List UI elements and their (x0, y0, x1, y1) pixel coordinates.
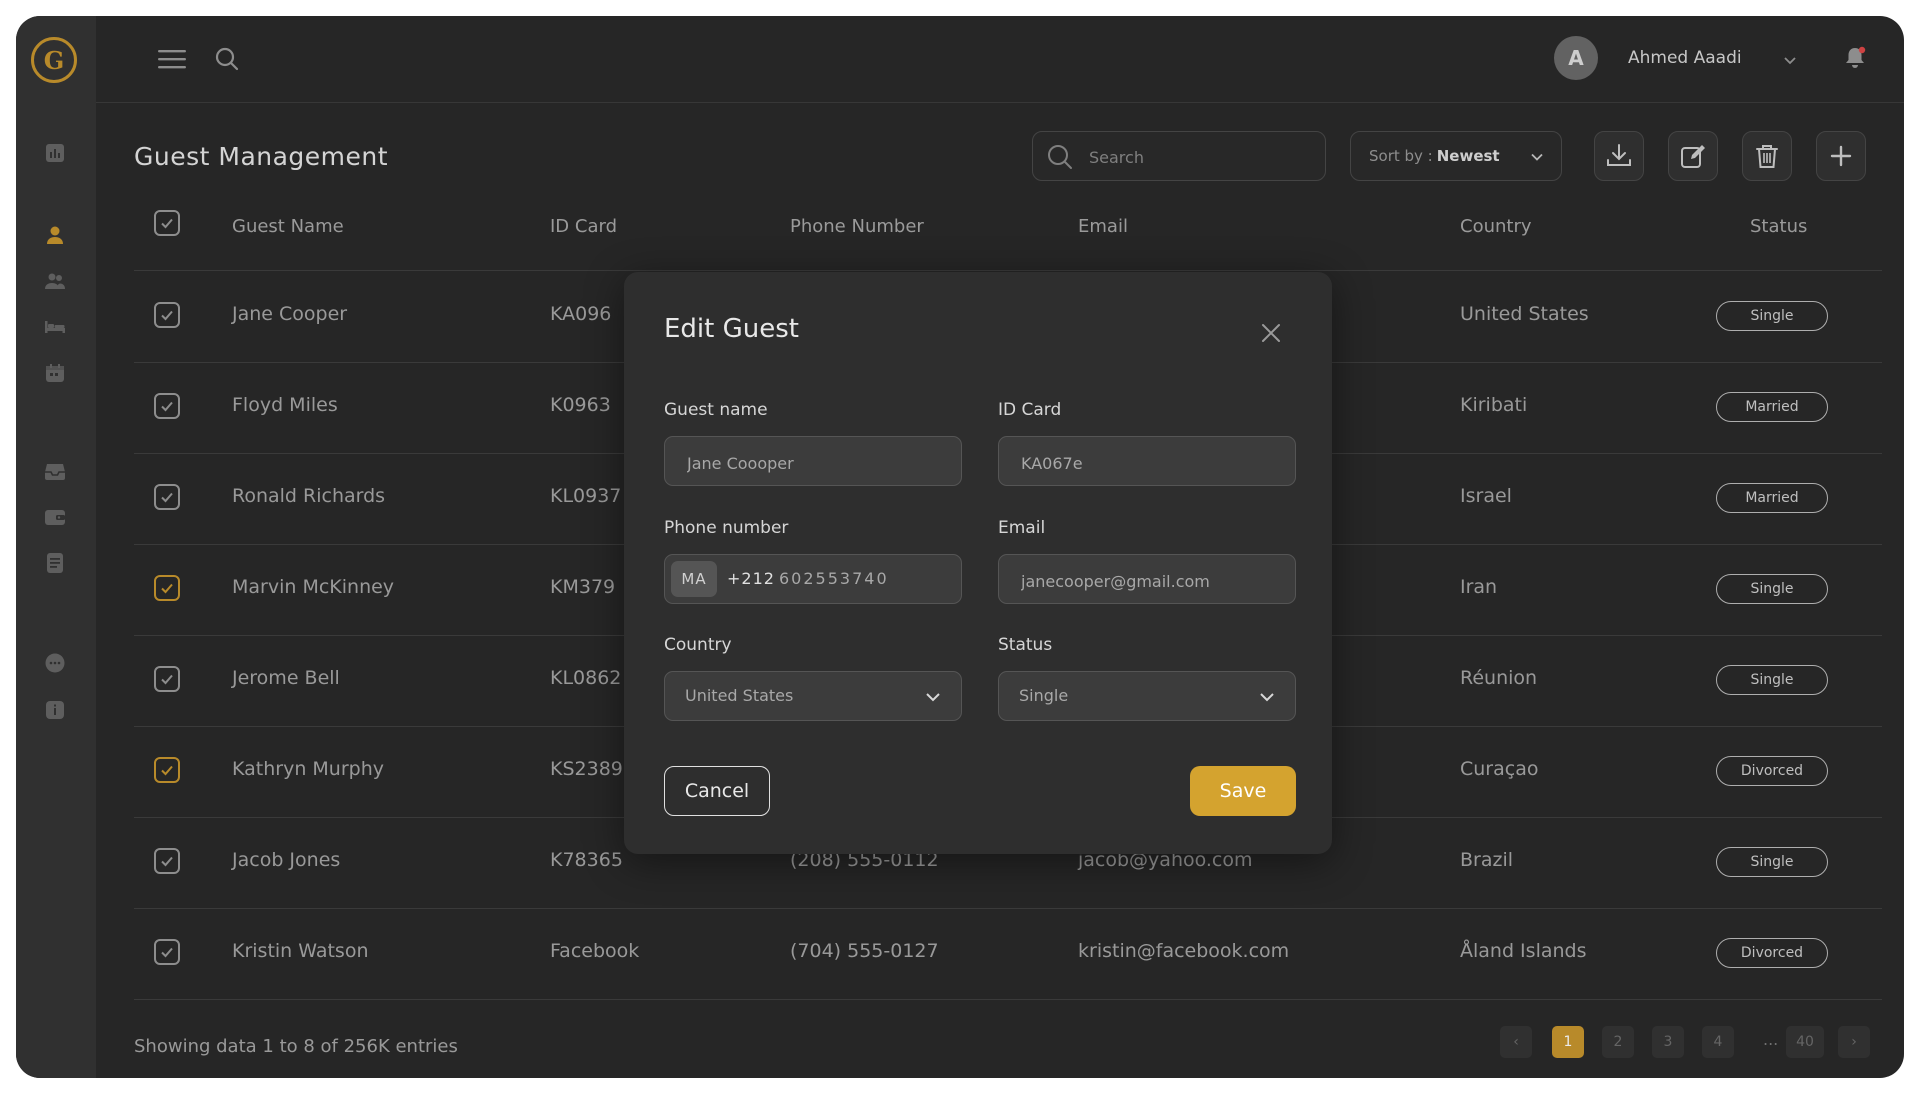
country-select-value: United States (685, 686, 794, 705)
app-frame: G A Ahmed Aaadi Guest Management Search … (16, 16, 1904, 1078)
guest-name-field[interactable] (664, 436, 962, 486)
country-label: Country (664, 635, 732, 655)
status-select-value: Single (1019, 686, 1069, 705)
email-label: Email (998, 518, 1046, 538)
chevron-down-icon (926, 693, 940, 702)
edit-guest-modal: Edit Guest Guest name ID Card Phone numb… (624, 272, 1332, 854)
guest-name-label: Guest name (664, 400, 768, 420)
dial-code: +212 (727, 569, 775, 588)
guest-name-input[interactable] (685, 450, 939, 476)
email-input[interactable] (1019, 568, 1273, 594)
modal-title: Edit Guest (664, 314, 799, 344)
id-card-label: ID Card (998, 400, 1062, 420)
chevron-down-icon (1260, 693, 1274, 702)
status-select[interactable]: Single (998, 671, 1296, 721)
close-icon[interactable] (1260, 322, 1282, 344)
cancel-button[interactable]: Cancel (664, 766, 770, 816)
phone-input[interactable]: 602553740 (779, 569, 889, 588)
country-code-selector[interactable]: MA (671, 561, 717, 597)
status-label: Status (998, 635, 1053, 655)
email-field[interactable] (998, 554, 1296, 604)
country-select[interactable]: United States (664, 671, 962, 721)
phone-field[interactable]: MA +212 602553740 (664, 554, 962, 604)
id-card-field[interactable] (998, 436, 1296, 486)
phone-label: Phone number (664, 518, 789, 538)
save-button[interactable]: Save (1190, 766, 1296, 816)
id-card-input[interactable] (1019, 450, 1273, 476)
